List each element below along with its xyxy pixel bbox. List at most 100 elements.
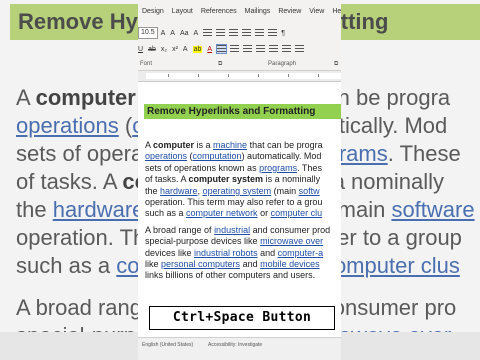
tab-review[interactable]: Review — [274, 8, 305, 15]
font-size-box[interactable]: 10.5 — [138, 27, 158, 39]
document-body[interactable]: A computer is a machine that can be prog… — [145, 140, 341, 282]
grow-font-button[interactable]: A — [161, 30, 166, 37]
document-page[interactable]: Remove Hyperlinks and Formatting A compu… — [138, 82, 341, 337]
increase-indent-icon[interactable] — [255, 29, 265, 37]
show-marks-icon[interactable]: ¶ — [281, 30, 285, 37]
text-run: operation. This term may also refer to a… — [145, 196, 323, 207]
text-run: such as a — [16, 253, 117, 278]
document-line: operation. This term may also refer to a… — [145, 197, 341, 208]
hyperlink[interactable]: mobile devices — [260, 259, 320, 269]
document-line: A computer is a machine that can be prog… — [145, 140, 341, 151]
tab-layout[interactable]: Layout — [168, 8, 197, 15]
hyperlink[interactable]: softw — [299, 186, 320, 196]
align-center-icon[interactable] — [230, 45, 240, 53]
align-left-icon[interactable] — [216, 44, 228, 54]
ruler-tick — [258, 74, 259, 77]
text-run: A — [145, 140, 154, 150]
text-run: that can be progra — [247, 140, 323, 150]
borders-icon[interactable] — [295, 45, 305, 53]
hyperlink[interactable]: computation — [193, 151, 242, 161]
text-run: A — [16, 85, 36, 110]
shading-icon[interactable] — [282, 45, 292, 53]
text-run: sets of operations known as — [145, 162, 260, 173]
document-line: the hardware, operating system (main sof… — [145, 186, 341, 197]
hyperlink[interactable]: microwave over — [260, 236, 323, 246]
font-dialog-launcher-icon[interactable]: ⧉ — [218, 61, 222, 68]
font-color-button[interactable]: A — [207, 46, 212, 53]
hyperlink[interactable]: hardware — [160, 186, 198, 196]
paragraph-dialog-launcher-icon[interactable]: ⧉ — [334, 61, 338, 68]
document-heading[interactable]: Remove Hyperlinks and Formatting — [144, 104, 341, 119]
strikethrough-button[interactable]: ab — [148, 46, 156, 53]
justify-icon[interactable] — [256, 45, 266, 53]
text-run: or — [257, 208, 271, 219]
subscript-button[interactable]: x₂ — [161, 46, 167, 53]
change-case-button[interactable]: Aa — [180, 30, 189, 37]
bold-term: computer — [35, 85, 136, 110]
hyperlink[interactable]: machine — [213, 140, 247, 150]
hyperlink[interactable]: computer network — [186, 208, 258, 218]
accessibility-status[interactable]: Accessibility: Investigate — [208, 342, 262, 348]
language-status[interactable]: English (United States) — [142, 342, 193, 348]
ruler-tick — [198, 74, 199, 77]
hyperlink[interactable]: computer-a — [278, 248, 324, 258]
ruler-tick — [318, 74, 319, 77]
text-run: the — [145, 185, 161, 196]
hyperlink[interactable]: computer clus — [323, 253, 460, 278]
underline-button[interactable]: U — [138, 46, 143, 53]
hyperlink[interactable]: software — [391, 197, 474, 222]
sort-icon[interactable] — [268, 29, 278, 37]
hyperlink[interactable]: industrial robots — [194, 248, 258, 258]
text-run: . Thes — [297, 162, 322, 173]
document-line: such as a computer network or computer c… — [145, 208, 341, 219]
hyperlink[interactable]: personal computers — [161, 259, 240, 269]
document-line: devices like industrial robots and compu… — [145, 248, 341, 259]
document-line: A broad range of industrial and consumer… — [145, 225, 341, 236]
hyperlink[interactable]: operations — [16, 113, 119, 138]
group-label-paragraph: Paragraph — [268, 61, 297, 67]
ribbon-tabs: Design Layout References Mailings Review… — [138, 0, 341, 22]
text-run: (main — [271, 185, 299, 196]
document-line: operations (computation) automatically. … — [145, 151, 341, 162]
text-effects-button[interactable]: A — [183, 46, 188, 53]
text-run: such as a — [145, 208, 187, 219]
hyperlink[interactable]: programs — [259, 163, 297, 173]
hyperlink[interactable]: operations — [145, 151, 187, 161]
clear-formatting-button[interactable]: A — [194, 30, 199, 37]
line-spacing-icon[interactable] — [269, 45, 279, 53]
bullets-icon[interactable] — [203, 29, 213, 37]
hyperlink[interactable]: operating system — [203, 186, 272, 196]
decrease-indent-icon[interactable] — [242, 29, 252, 37]
tab-view[interactable]: View — [305, 8, 328, 15]
highlight-button[interactable]: ab — [192, 45, 203, 53]
multilevel-list-icon[interactable] — [229, 29, 239, 37]
text-run: and — [257, 247, 278, 258]
superscript-button[interactable]: x² — [172, 46, 178, 53]
text-run: . These — [387, 141, 461, 166]
text-run: and consumer prod — [250, 224, 331, 235]
hyperlink[interactable]: hardware — [53, 197, 145, 222]
text-run: of tasks. A — [145, 174, 189, 185]
hyperlink[interactable]: computer clu — [271, 208, 323, 218]
tab-references[interactable]: References — [197, 8, 241, 15]
text-run: A broad range of — [145, 224, 215, 235]
document-line: like personal computers and mobile devic… — [145, 259, 341, 270]
ribbon-row-1: 10.5 A A Aa A ¶ — [138, 26, 290, 40]
horizontal-ruler[interactable] — [138, 71, 341, 82]
hyperlink[interactable]: industrial — [214, 225, 250, 235]
tab-help[interactable]: He — [328, 8, 341, 15]
tab-mailings[interactable]: Mailings — [241, 8, 275, 15]
text-run: and — [240, 258, 261, 269]
tab-design[interactable]: Design — [138, 8, 168, 15]
status-bar: English (United States) Accessibility: I… — [138, 337, 341, 360]
ribbon-row-2: U ab x₂ x² A ab A — [138, 42, 308, 56]
document-line: special-purpose devices like microwave o… — [145, 236, 341, 247]
align-right-icon[interactable] — [243, 45, 253, 53]
document-line: sets of operations known as programs. Th… — [145, 163, 341, 174]
shortcut-caption: Ctrl+Space Button — [149, 306, 335, 330]
numbering-icon[interactable] — [216, 29, 226, 37]
text-run: links billions of other computers and us… — [145, 270, 316, 281]
text-run: of tasks. A — [16, 169, 123, 194]
text-run: devices like — [145, 247, 195, 258]
shrink-font-button[interactable]: A — [170, 30, 175, 37]
